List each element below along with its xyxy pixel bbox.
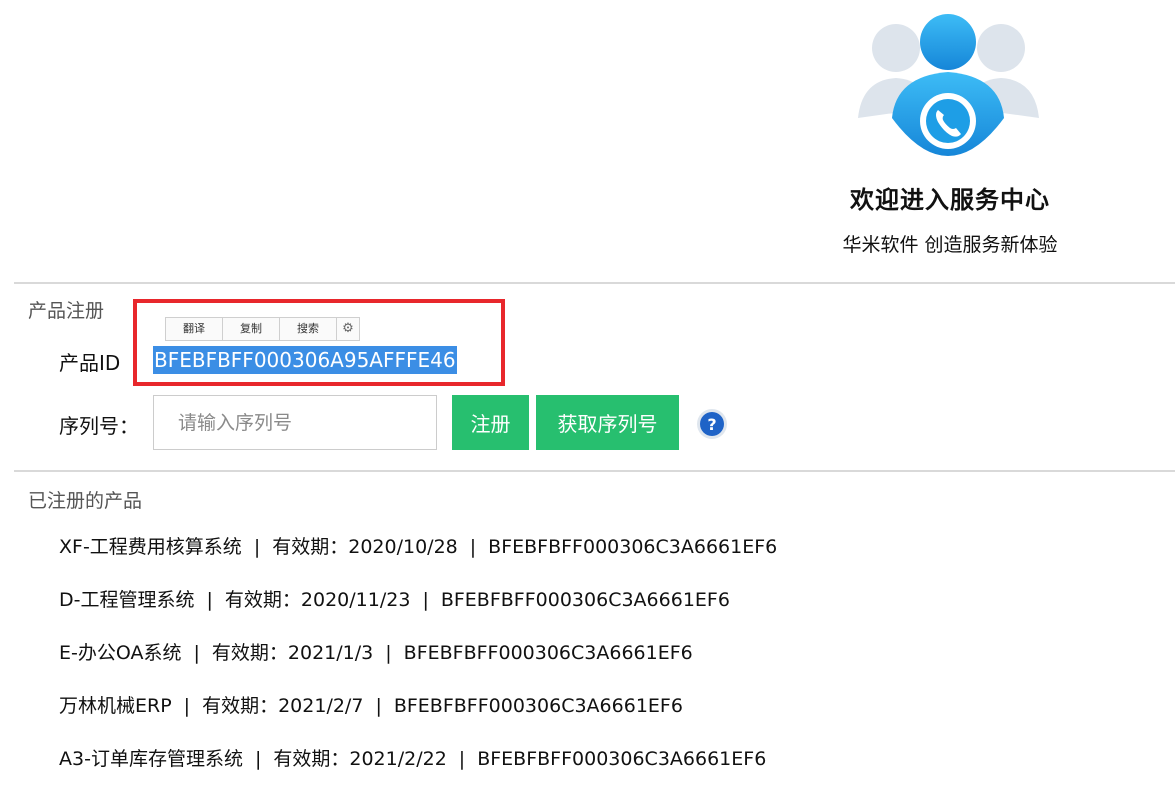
separator: |: [254, 748, 262, 770]
product-code: BFEBFBFF000306C3A6661EF6: [403, 642, 693, 664]
validity-label: 有效期：: [211, 642, 288, 664]
list-item: 万林机械ERP | 有效期：2021/2/7 | BFEBFBFF000306C3A66…: [59, 689, 777, 742]
expiry-date: 2020/11/23: [300, 589, 411, 611]
section-title-registered-products: 已注册的产品: [28, 490, 143, 512]
get-serial-button[interactable]: 获取序列号: [536, 395, 679, 450]
list-item: D-工程管理系统 | 有效期：2020/11/23 | BFEBFBFF000306C3…: [59, 583, 777, 636]
welcome-title: 欢迎进入服务中心: [850, 186, 1050, 214]
service-center-page: 欢迎进入服务中心 华米软件 创造服务新体验 产品注册 产品ID 翻译 复制 搜索…: [0, 0, 1175, 797]
expiry-date: 2020/10/28: [348, 536, 458, 558]
separator: |: [183, 695, 191, 717]
expiry-date: 2021/2/22: [349, 748, 447, 770]
validity-label: 有效期：: [224, 589, 301, 611]
product-code: BFEBFBFF000306C3A6661EF6: [393, 695, 683, 717]
product-id-label: 产品ID: [59, 351, 121, 375]
divider: [14, 282, 1175, 284]
separator: |: [206, 589, 213, 611]
separator: |: [385, 642, 392, 664]
separator: |: [193, 642, 200, 664]
validity-label: 有效期：: [202, 695, 279, 717]
product-code: BFEBFBFF000306C3A6661EF6: [477, 748, 767, 770]
validity-label: 有效期：: [273, 748, 350, 770]
list-item: XF-工程费用核算系统 | 有效期：2020/10/28 | BFEBFBFF00030…: [59, 530, 777, 583]
product-name: E-办公OA系统: [59, 642, 182, 664]
product-id-value[interactable]: BFEBFBFF000306A95AFFFE46: [153, 346, 457, 374]
welcome-subtitle: 华米软件 创造服务新体验: [842, 234, 1058, 256]
product-name: XF-工程费用核算系统: [59, 536, 242, 558]
product-name: 万林机械ERP: [59, 695, 172, 717]
product-name: A3-订单库存管理系统: [59, 748, 243, 770]
translate-button[interactable]: 翻译: [166, 318, 223, 340]
registered-product-list: XF-工程费用核算系统 | 有效期：2020/10/28 | BFEBFBFF00030…: [59, 530, 777, 795]
selection-toolbar: 翻译 复制 搜索 ⚙: [165, 317, 360, 341]
product-code: BFEBFBFF000306C3A6661EF6: [488, 536, 778, 558]
separator: |: [469, 536, 477, 558]
gear-icon[interactable]: ⚙: [337, 318, 359, 340]
svg-text:?: ?: [707, 415, 716, 434]
product-name: D-工程管理系统: [59, 589, 195, 611]
product-code: BFEBFBFF000306C3A6661EF6: [440, 589, 730, 611]
search-button[interactable]: 搜索: [280, 318, 337, 340]
copy-button[interactable]: 复制: [223, 318, 280, 340]
list-item: A3-订单库存管理系统 | 有效期：2021/2/22 | BFEBFBFF000306…: [59, 742, 777, 795]
validity-label: 有效期：: [272, 536, 349, 558]
serial-number-label: 序列号：: [59, 414, 139, 438]
separator: |: [422, 589, 429, 611]
register-button[interactable]: 注册: [452, 395, 529, 450]
separator: |: [253, 536, 261, 558]
service-center-logo-icon: [858, 14, 1039, 156]
expiry-date: 2021/2/7: [278, 695, 364, 717]
serial-number-input[interactable]: [153, 395, 437, 450]
list-item: E-办公OA系统 | 有效期：2021/1/3 | BFEBFBFF000306C3A6…: [59, 636, 777, 689]
expiry-date: 2021/1/3: [287, 642, 374, 664]
section-title-product-registration: 产品注册: [28, 300, 105, 322]
separator: |: [375, 695, 382, 717]
question-mark-icon[interactable]: ?: [696, 408, 728, 440]
separator: |: [458, 748, 466, 770]
divider: [14, 470, 1175, 472]
